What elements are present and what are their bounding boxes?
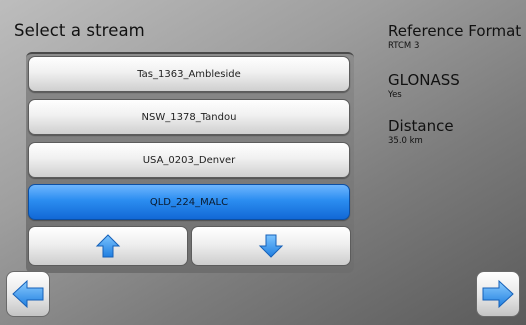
stream-item-label: QLD_224_MALC bbox=[149, 196, 229, 208]
next-button[interactable] bbox=[476, 271, 520, 317]
back-button[interactable] bbox=[6, 271, 50, 317]
reference-format-info: Reference Format RTCM 3 bbox=[388, 23, 521, 52]
glonass-heading: GLONASS bbox=[388, 71, 460, 89]
stream-item-label: Tas_1363_Ambleside bbox=[137, 68, 241, 80]
page-title: Select a stream bbox=[14, 21, 145, 40]
distance-heading: Distance bbox=[388, 117, 454, 135]
stream-selection-screen: Select a stream Tas_1363_Ambleside NSW_1… bbox=[0, 0, 526, 325]
scroll-up-button[interactable] bbox=[28, 226, 188, 266]
glonass-value: Yes bbox=[388, 90, 402, 100]
stream-item-usa-0203-denver[interactable]: USA_0203_Denver bbox=[28, 142, 350, 178]
distance-info: Distance 35.0 km bbox=[388, 118, 454, 147]
glonass-info: GLONASS Yes bbox=[388, 72, 460, 101]
stream-item-qld-224-malc[interactable]: QLD_224_MALC bbox=[28, 184, 350, 220]
arrow-down-icon bbox=[258, 234, 284, 258]
stream-item-nsw-1378-tandou[interactable]: NSW_1378_Tandou bbox=[28, 99, 350, 135]
distance-value: 35.0 km bbox=[388, 136, 423, 146]
stream-item-label: NSW_1378_Tandou bbox=[141, 111, 237, 123]
stream-item-label: USA_0203_Denver bbox=[142, 154, 236, 166]
arrow-right-icon bbox=[482, 279, 514, 309]
arrow-up-icon bbox=[95, 234, 121, 258]
arrow-left-icon bbox=[12, 279, 44, 309]
reference-format-heading: Reference Format bbox=[388, 22, 522, 40]
scroll-down-button[interactable] bbox=[191, 226, 351, 266]
reference-format-value: RTCM 3 bbox=[388, 41, 420, 51]
stream-item-tas-1363-ambleside[interactable]: Tas_1363_Ambleside bbox=[28, 56, 350, 92]
